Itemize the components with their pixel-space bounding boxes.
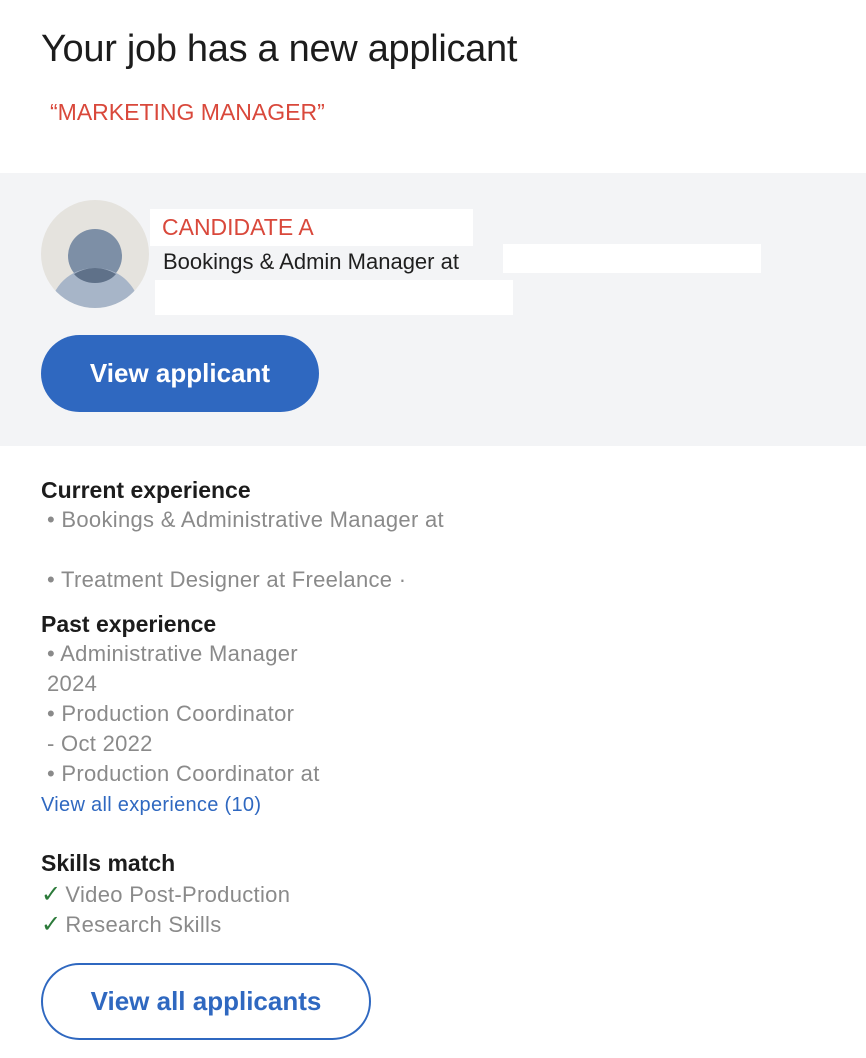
past-experience-line: • Production Coordinator	[47, 701, 295, 726]
view-all-experience-link[interactable]: View all experience (10)	[41, 794, 261, 817]
skill-label: Video Post-Production	[65, 882, 291, 907]
view-applicant-button[interactable]: View applicant	[41, 335, 319, 412]
candidate-headline: Bookings & Admin Manager at	[163, 249, 459, 274]
past-experience-line: • Production Coordinator at	[47, 761, 320, 786]
check-icon: ✓	[41, 881, 62, 908]
skill-item: ✓ Video Post-Production	[41, 880, 290, 909]
current-experience-item: • Treatment Designer at Freelance ·	[47, 567, 407, 592]
redaction-block	[503, 244, 761, 273]
person-placeholder-icon	[41, 200, 149, 308]
job-title: “MARKETING MANAGER”	[50, 99, 325, 125]
skills-match-heading: Skills match	[41, 850, 176, 876]
view-all-applicants-button[interactable]: View all applicants	[41, 963, 371, 1040]
past-experience-heading: Past experience	[41, 611, 217, 637]
past-experience-line: • Administrative Manager	[47, 641, 298, 666]
redaction-block	[155, 280, 513, 315]
applicant-card: CANDIDATE A Bookings & Admin Manager at …	[0, 173, 866, 446]
candidate-name: CANDIDATE A	[162, 214, 314, 240]
skill-label: Research Skills	[65, 912, 222, 937]
past-experience-line: - Oct 2022	[47, 731, 153, 756]
page-title: Your job has a new applicant	[41, 28, 518, 70]
past-experience-line: 2024	[47, 671, 98, 696]
email-notification: Your job has a new applicant “MARKETING …	[0, 0, 866, 1058]
skill-item: ✓ Research Skills	[41, 910, 222, 939]
current-experience-heading: Current experience	[41, 477, 251, 503]
current-experience-item: • Bookings & Administrative Manager at	[47, 507, 444, 532]
check-icon: ✓	[41, 911, 62, 938]
